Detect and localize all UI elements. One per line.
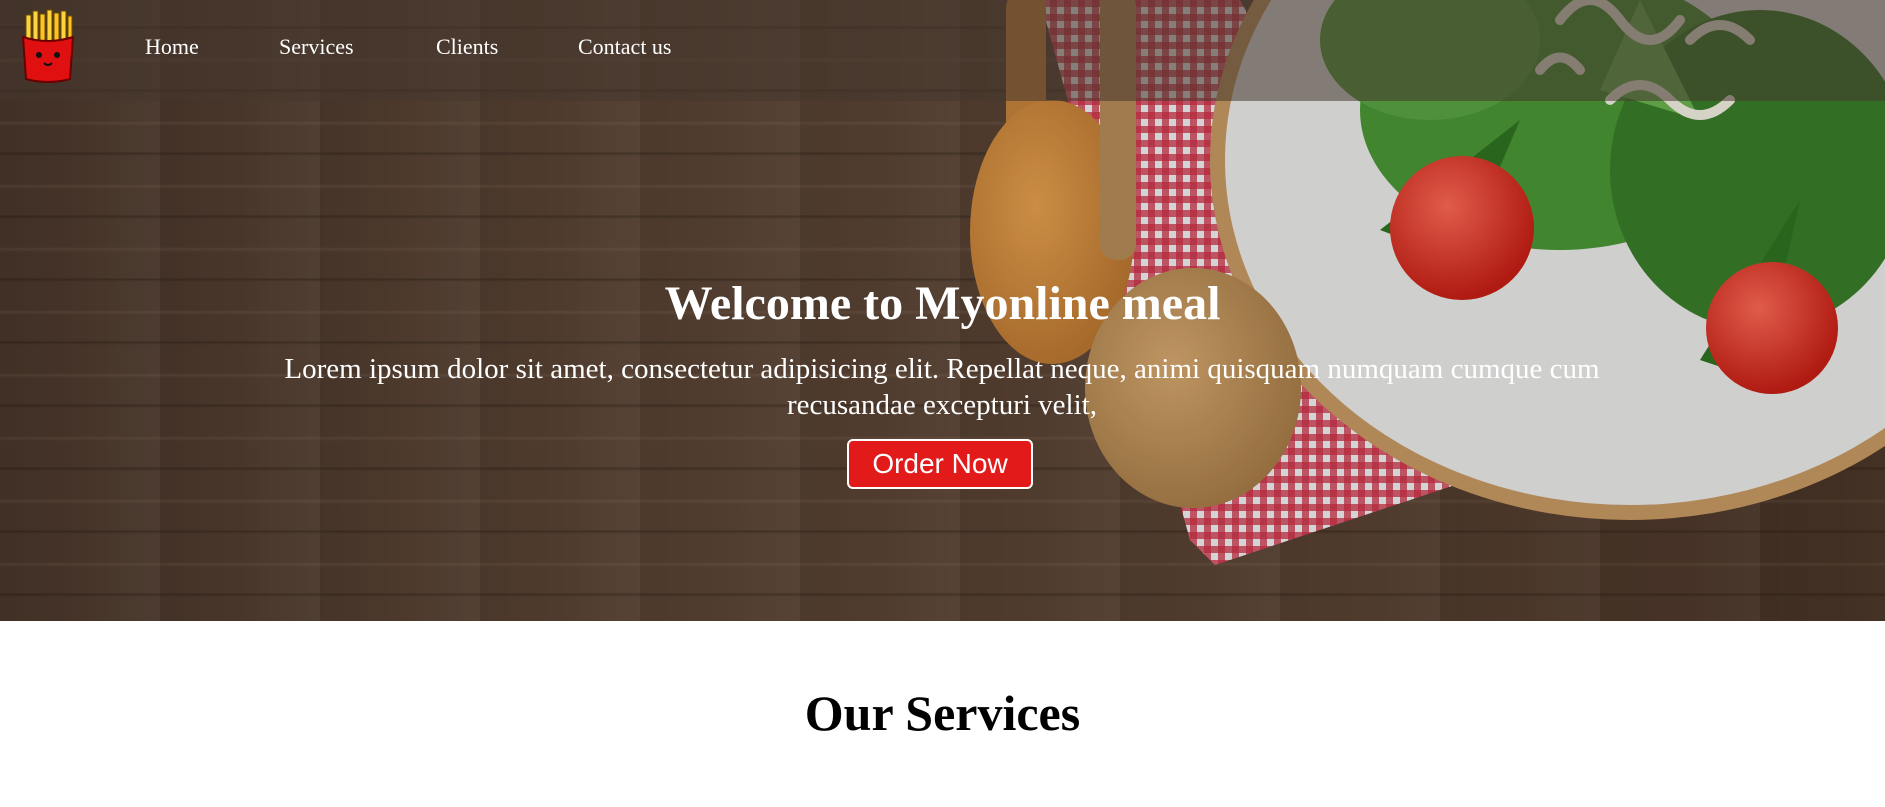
top-navbar: Home Services Clients Contact us bbox=[0, 0, 1885, 101]
services-section-title: Our Services bbox=[804, 685, 1081, 741]
french-fries-icon[interactable] bbox=[20, 9, 76, 85]
nav-link-services[interactable]: Services bbox=[279, 34, 354, 60]
hero-description: Lorem ipsum dolor sit amet, consectetur … bbox=[284, 353, 1600, 421]
hero-banner: Home Services Clients Contact us Welcome… bbox=[0, 0, 1885, 621]
nav-link-contact[interactable]: Contact us bbox=[578, 34, 672, 60]
hero-title: Welcome to Myonline meal bbox=[664, 277, 1221, 330]
order-now-button[interactable]: Order Now bbox=[847, 439, 1033, 489]
nav-link-home[interactable]: Home bbox=[145, 34, 199, 60]
nav-link-clients[interactable]: Clients bbox=[436, 34, 498, 60]
